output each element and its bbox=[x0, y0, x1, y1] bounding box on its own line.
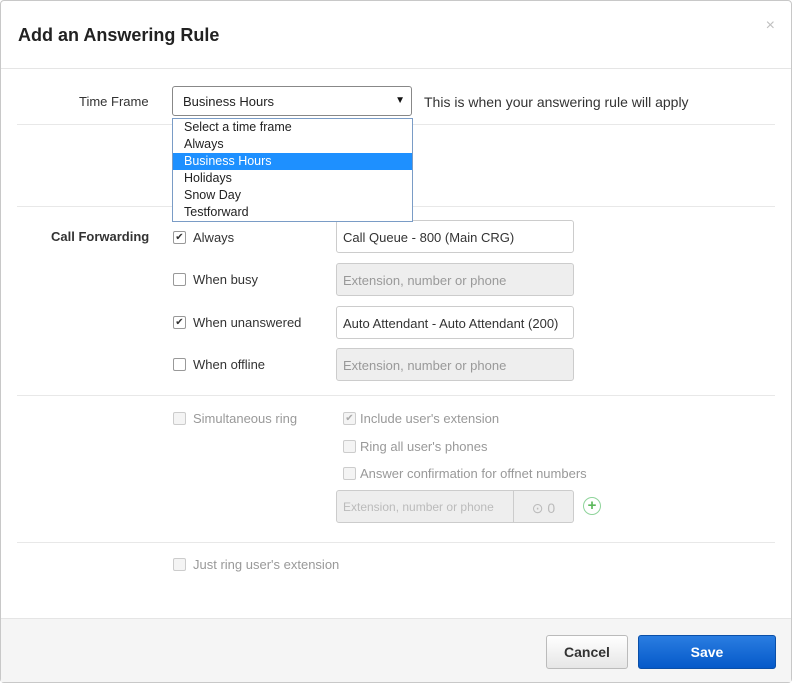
chevron-down-icon: ▼ bbox=[395, 95, 405, 106]
simultaneous-ring-checkbox[interactable] bbox=[173, 412, 186, 425]
forward-offline-input[interactable]: Extension, number or phone bbox=[336, 348, 574, 381]
answer-confirmation-checkbox[interactable] bbox=[343, 467, 356, 480]
simultaneous-ring-label: Simultaneous ring bbox=[193, 411, 298, 426]
include-extension-label: Include user's extension bbox=[360, 411, 500, 426]
add-number-plus-icon[interactable]: + bbox=[583, 497, 601, 515]
time-frame-selected-value: Business Hours bbox=[183, 94, 275, 109]
time-frame-select[interactable]: Business Hours ▼ bbox=[172, 86, 412, 116]
time-frame-option[interactable]: Select a time frame bbox=[173, 119, 412, 136]
time-frame-option[interactable]: Snow Day bbox=[173, 187, 412, 204]
clock-icon: ⊙ bbox=[531, 500, 544, 516]
forward-busy-input[interactable]: Extension, number or phone bbox=[336, 263, 574, 296]
time-frame-label: Time Frame bbox=[79, 94, 149, 109]
time-frame-option[interactable]: Always bbox=[173, 136, 412, 153]
forward-busy-checkbox[interactable] bbox=[173, 273, 186, 286]
ring-all-phones-checkbox[interactable] bbox=[343, 440, 356, 453]
ring-delay-field[interactable]: ⊙ 0 bbox=[514, 490, 574, 523]
time-frame-hint: This is when your answering rule will ap… bbox=[424, 94, 689, 110]
forward-unanswered-checkbox[interactable]: ✔ bbox=[173, 316, 186, 329]
simultaneous-number-input[interactable]: Extension, number or phone bbox=[336, 490, 514, 523]
ring-delay-value: 0 bbox=[547, 500, 556, 516]
forward-always-label: Always bbox=[193, 230, 235, 245]
forward-always-input[interactable]: Call Queue - 800 (Main CRG) bbox=[336, 220, 574, 253]
time-frame-option[interactable]: Testforward bbox=[173, 204, 412, 221]
forward-offline-label: When offline bbox=[193, 357, 266, 372]
time-frame-option[interactable]: Holidays bbox=[173, 170, 412, 187]
answer-confirmation-label: Answer confirmation for offnet numbers bbox=[360, 466, 587, 481]
just-ring-extension-label: Just ring user's extension bbox=[193, 557, 340, 572]
time-frame-option-selected[interactable]: Business Hours bbox=[173, 153, 412, 170]
dialog-title: Add an Answering Rule bbox=[18, 25, 220, 45]
call-forwarding-label: Call Forwarding bbox=[51, 229, 150, 244]
close-icon[interactable]: × bbox=[766, 17, 775, 35]
just-ring-extension-checkbox[interactable] bbox=[173, 558, 186, 571]
forward-offline-checkbox[interactable] bbox=[173, 358, 186, 371]
forward-always-checkbox[interactable]: ✔ bbox=[173, 231, 186, 244]
forward-busy-label: When busy bbox=[193, 272, 259, 287]
dialog-header: Add an Answering Rule × bbox=[1, 1, 791, 69]
answering-rule-dialog: Add an Answering Rule × Time Frame Busin… bbox=[0, 0, 792, 683]
divider bbox=[17, 395, 775, 396]
time-frame-dropdown: Select a time frame Always Business Hour… bbox=[172, 118, 413, 222]
ring-all-phones-label: Ring all user's phones bbox=[360, 439, 488, 454]
include-extension-checkbox[interactable]: ✔ bbox=[343, 412, 356, 425]
save-button[interactable]: Save bbox=[638, 635, 776, 669]
divider bbox=[17, 542, 775, 543]
forward-unanswered-input[interactable]: Auto Attendant - Auto Attendant (200) bbox=[336, 306, 574, 339]
cancel-button[interactable]: Cancel bbox=[546, 635, 628, 669]
dialog-footer: Cancel Save bbox=[1, 618, 791, 682]
forward-unanswered-label: When unanswered bbox=[193, 315, 302, 330]
